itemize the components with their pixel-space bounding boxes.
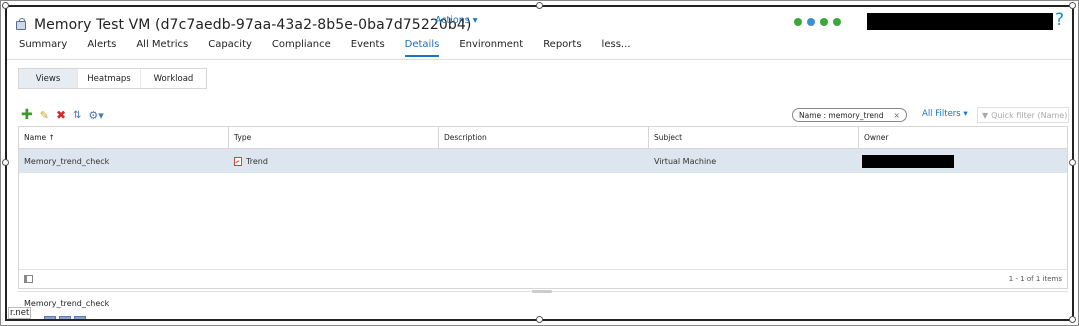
virtual-machine-icon bbox=[15, 18, 29, 32]
resize-handle-top-left[interactable] bbox=[2, 2, 9, 9]
resize-handle-top-mid[interactable] bbox=[536, 2, 543, 9]
health-status-icon bbox=[794, 18, 802, 26]
quick-filter-placeholder: Quick filter (Name) bbox=[991, 110, 1068, 120]
resize-handle-mid-left[interactable] bbox=[2, 159, 9, 166]
bottom-button[interactable] bbox=[44, 316, 56, 319]
subtab-views[interactable]: Views bbox=[19, 69, 78, 88]
filter-chip[interactable]: Name : memory_trend × bbox=[792, 108, 907, 122]
pagination-text: 1 - 1 of 1 items bbox=[1008, 275, 1062, 283]
tab-reports[interactable]: Reports bbox=[543, 39, 581, 57]
page-title: Memory Test VM (d7c7aedb-97aa-43a2-8b5e-… bbox=[34, 17, 472, 33]
redacted-owner bbox=[862, 154, 954, 168]
column-header-name[interactable]: Name ↑ bbox=[19, 127, 229, 148]
redacted-region bbox=[867, 13, 1053, 30]
cell-type: Trend bbox=[229, 149, 439, 173]
filter-icon: ▼ bbox=[982, 110, 989, 120]
selected-view-name: Memory_trend_check bbox=[24, 299, 110, 308]
bottom-button[interactable] bbox=[59, 316, 71, 319]
resize-handle-bottom-right[interactable] bbox=[1069, 316, 1076, 323]
close-icon[interactable]: × bbox=[894, 111, 900, 120]
add-icon[interactable]: ✚ bbox=[21, 107, 33, 123]
tab-divider bbox=[7, 59, 1072, 60]
quick-filter-input[interactable]: ▼ Quick filter (Name) bbox=[977, 107, 1069, 123]
tab-environment[interactable]: Environment bbox=[459, 39, 523, 57]
help-icon[interactable]: ? bbox=[1055, 10, 1064, 30]
efficiency-status-icon bbox=[820, 18, 828, 26]
tab-all-metrics[interactable]: All Metrics bbox=[136, 39, 188, 57]
resize-handle[interactable] bbox=[532, 290, 552, 293]
resize-handle-mid-right[interactable] bbox=[1069, 159, 1076, 166]
bottom-toolbar bbox=[44, 316, 86, 319]
main-panel: Memory Test VM (d7c7aedb-97aa-43a2-8b5e-… bbox=[5, 5, 1074, 321]
cell-description bbox=[439, 149, 649, 173]
tab-alerts[interactable]: Alerts bbox=[87, 39, 116, 57]
table-row[interactable]: Memory_trend_check Trend Virtual Machine bbox=[19, 149, 1067, 173]
subtab-workload[interactable]: Workload bbox=[141, 69, 206, 88]
tab-events[interactable]: Events bbox=[351, 39, 385, 57]
tab-less[interactable]: less... bbox=[602, 39, 631, 57]
cell-subject: Virtual Machine bbox=[654, 156, 717, 166]
all-filters-button[interactable]: All Filters ▾ bbox=[922, 109, 968, 119]
column-header-owner[interactable]: Owner bbox=[859, 127, 1067, 148]
alert-status-icon bbox=[833, 18, 841, 26]
tab-capacity[interactable]: Capacity bbox=[208, 39, 252, 57]
status-indicators bbox=[794, 18, 841, 26]
tab-compliance[interactable]: Compliance bbox=[272, 39, 331, 57]
import-export-icon[interactable]: ⇅ bbox=[73, 110, 81, 121]
column-header-type[interactable]: Type bbox=[229, 127, 439, 148]
grid-footer: 1 - 1 of 1 items bbox=[19, 269, 1067, 288]
column-chooser-icon[interactable] bbox=[24, 275, 33, 283]
views-grid: Name ↑ Type Description Subject Owner Me… bbox=[18, 126, 1068, 289]
grid-header: Name ↑ Type Description Subject Owner bbox=[19, 127, 1067, 149]
risk-status-icon bbox=[807, 18, 815, 26]
column-header-subject[interactable]: Subject bbox=[649, 127, 859, 148]
column-header-description[interactable]: Description bbox=[439, 127, 649, 148]
trend-icon bbox=[234, 156, 242, 166]
toolbar: ✚ ✎ ✖ ⇅ ⚙▾ bbox=[21, 107, 104, 123]
tab-bar: Summary Alerts All Metrics Capacity Comp… bbox=[19, 39, 650, 57]
subtab-bar: Views Heatmaps Workload bbox=[18, 68, 207, 89]
delete-icon[interactable]: ✖ bbox=[56, 108, 66, 122]
actions-menu-button[interactable]: Actions ▾ bbox=[435, 15, 478, 26]
resize-handle-bottom-mid[interactable] bbox=[536, 316, 543, 323]
filter-chip-label: Name : memory_trend bbox=[799, 110, 884, 120]
gear-icon[interactable]: ⚙▾ bbox=[88, 109, 103, 122]
overlay-label: r.net bbox=[8, 307, 32, 319]
cell-owner bbox=[859, 149, 1067, 173]
bottom-button[interactable] bbox=[74, 316, 86, 319]
tab-summary[interactable]: Summary bbox=[19, 39, 67, 57]
tab-details[interactable]: Details bbox=[404, 39, 440, 57]
edit-icon[interactable]: ✎ bbox=[40, 109, 49, 122]
subtab-heatmaps[interactable]: Heatmaps bbox=[78, 69, 141, 88]
resize-handle-top-right[interactable] bbox=[1069, 2, 1076, 9]
header: Memory Test VM (d7c7aedb-97aa-43a2-8b5e-… bbox=[15, 13, 471, 37]
cell-name: Memory_trend_check bbox=[24, 156, 110, 166]
